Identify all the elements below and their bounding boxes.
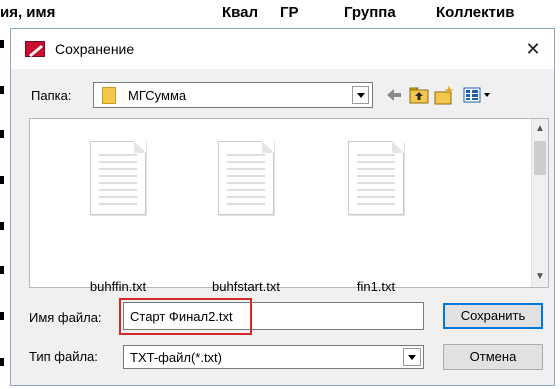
scroll-thumb[interactable] bbox=[534, 141, 546, 175]
background-table-header: ия, имя Квал ГР Группа Коллектив bbox=[0, 0, 560, 26]
filename-label: Имя файла: bbox=[29, 310, 102, 325]
file-item[interactable]: buhfstart.txt bbox=[186, 131, 306, 294]
folder-label: Папка: bbox=[31, 88, 72, 103]
text-file-icon bbox=[218, 141, 274, 215]
scroll-up-icon[interactable]: ▲ bbox=[532, 121, 548, 137]
folder-select-value: МГСумма bbox=[128, 88, 187, 103]
close-button[interactable]: ✕ bbox=[520, 37, 546, 61]
file-item[interactable]: fin1.txt bbox=[316, 131, 436, 294]
file-name: buhffin.txt bbox=[89, 279, 147, 294]
dialog-titlebar[interactable]: Сохранение ✕ bbox=[11, 29, 554, 69]
filetype-dropdown-button[interactable] bbox=[403, 348, 421, 366]
header-group: Группа bbox=[344, 4, 396, 21]
background-left-edge bbox=[0, 26, 8, 389]
back-arrow-icon[interactable] bbox=[382, 83, 406, 107]
save-dialog: Сохранение ✕ Папка: МГСумма buhffin.txt … bbox=[10, 28, 555, 386]
header-name: ия, имя bbox=[0, 4, 56, 21]
folder-dropdown-button[interactable] bbox=[352, 86, 369, 104]
header-gr: ГР bbox=[280, 4, 299, 21]
dialog-title: Сохранение bbox=[55, 41, 135, 57]
folder-icon bbox=[102, 87, 116, 104]
filetype-select[interactable]: TXT-файл(*.txt) bbox=[123, 345, 424, 369]
file-item[interactable]: buhffin.txt bbox=[58, 131, 178, 294]
header-qualification: Квал bbox=[222, 4, 259, 21]
header-collective: Коллектив bbox=[436, 4, 515, 21]
app-icon bbox=[25, 41, 45, 57]
filename-input[interactable] bbox=[126, 306, 416, 326]
filename-field[interactable] bbox=[123, 302, 424, 330]
text-file-icon bbox=[90, 141, 146, 215]
filetype-label: Тип файла: bbox=[29, 349, 98, 364]
new-folder-icon[interactable] bbox=[432, 83, 456, 107]
filetype-value: TXT-файл(*.txt) bbox=[130, 350, 222, 365]
file-list: buhffin.txt buhfstart.txt fin1.txt ▲ ▼ bbox=[29, 118, 549, 294]
up-folder-icon[interactable] bbox=[407, 83, 431, 107]
scroll-down-icon[interactable]: ▼ bbox=[532, 269, 548, 285]
save-button[interactable]: Сохранить bbox=[443, 303, 543, 329]
cancel-button[interactable]: Отмена bbox=[443, 344, 543, 370]
folder-select[interactable]: МГСумма bbox=[93, 82, 373, 108]
file-name: buhfstart.txt bbox=[212, 279, 280, 294]
text-file-icon bbox=[348, 141, 404, 215]
view-menu-icon[interactable] bbox=[462, 83, 494, 107]
vertical-scrollbar[interactable]: ▲ ▼ bbox=[531, 119, 548, 287]
file-name: fin1.txt bbox=[356, 279, 396, 294]
